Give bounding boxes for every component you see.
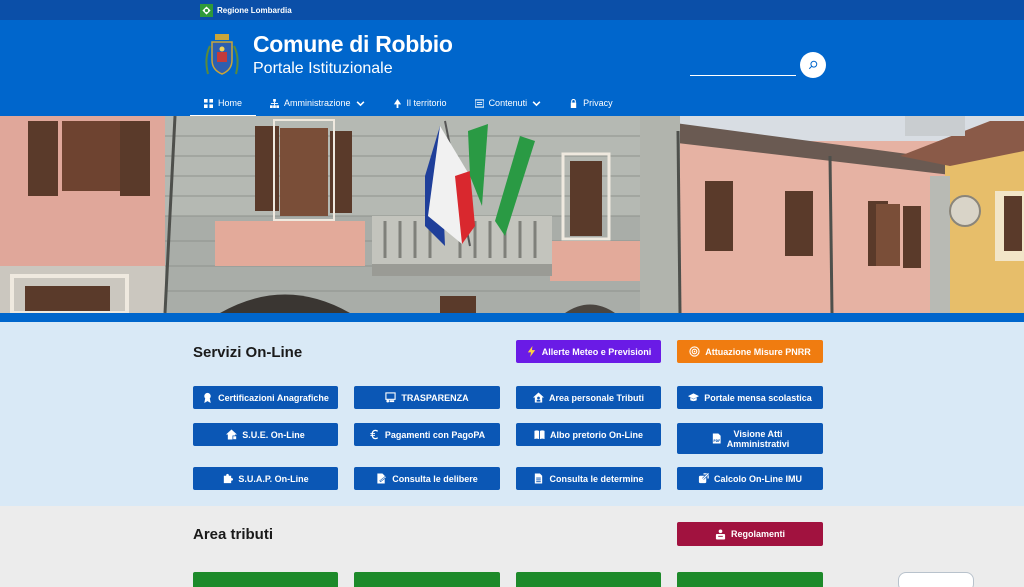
pagopa-button[interactable]: Pagamenti con PagoPA [354, 423, 500, 446]
top-region-bar: Regione Lombardia [0, 0, 1024, 20]
nav-item-label: Contenuti [488, 98, 528, 108]
municipal-crest-icon[interactable] [202, 30, 242, 78]
nav-item-label: Home [218, 98, 243, 108]
albo-pretorio-button[interactable]: Albo pretorio On-Line [516, 423, 661, 446]
nav-item-label: Privacy [583, 98, 613, 108]
button-label: Consulta le delibere [392, 473, 478, 484]
file-sign-icon [377, 473, 388, 484]
graduation-cap-icon [688, 393, 700, 402]
regolamenti-button[interactable]: Regolamenti [677, 522, 823, 546]
portale-mensa-button[interactable]: Portale mensa scolastica [677, 386, 823, 409]
nav-item-contenuti[interactable]: Contenuti [461, 90, 556, 116]
button-label: Regolamenti [730, 529, 785, 539]
target-icon [689, 346, 700, 357]
calcolo-imu-button[interactable]: Calcolo On-Line IMU [677, 467, 823, 490]
region-lombardia-link[interactable]: Regione Lombardia [200, 2, 292, 18]
site-subtitle: Portale Istituzionale [253, 60, 393, 77]
button-label: Pagamenti con PagoPA [384, 429, 486, 440]
hero-bottom-band [0, 313, 1024, 322]
button-label: Area personale Tributi [548, 392, 645, 403]
tributi-button-3[interactable] [516, 572, 661, 587]
file-text-icon [535, 473, 543, 484]
org-chart-icon [270, 98, 280, 108]
button-label: TRASPARENZA [401, 392, 469, 403]
site-title[interactable]: Comune di Robbio [253, 31, 453, 58]
search-input[interactable] [690, 75, 796, 76]
floating-widget[interactable] [898, 572, 974, 587]
sue-online-button[interactable]: S.U.E. On-Line [193, 423, 338, 446]
suap-online-button[interactable]: S.U.A.P. On-Line [193, 467, 338, 490]
tributi-section: Area tributi Regolamenti [0, 506, 1024, 587]
main-navigation: Home Amministrazione Il territorio Conte… [190, 90, 627, 117]
external-link-icon [698, 473, 709, 484]
nav-item-privacy[interactable]: Privacy [555, 90, 627, 116]
allerte-meteo-button[interactable]: Allerte Meteo e Previsioni [516, 340, 661, 363]
nav-item-amministrazione[interactable]: Amministrazione [256, 90, 379, 116]
search-icon [808, 60, 818, 70]
button-label: Albo pretorio On-Line [550, 429, 643, 440]
pdf-icon: PDF [712, 433, 721, 444]
consulta-delibere-button[interactable]: Consulta le delibere [354, 467, 500, 490]
house-user-icon [532, 392, 544, 403]
button-label: Consulta le determine [549, 473, 644, 484]
nav-item-territorio[interactable]: Il territorio [379, 90, 461, 116]
visione-atti-button[interactable]: PDF Visione Atti Amministrativi [677, 423, 823, 454]
nav-item-home[interactable]: Home [190, 90, 257, 117]
lightning-icon [527, 346, 535, 357]
chevron-down-icon [532, 100, 541, 106]
presentation-icon [385, 392, 396, 403]
site-header: Comune di Robbio Portale Istituzionale H… [0, 20, 1024, 117]
button-label: Visione Atti Amministrativi [726, 428, 790, 449]
services-title: Servizi On-Line [193, 344, 303, 361]
svg-text:PDF: PDF [713, 439, 720, 443]
grid-icon [204, 98, 213, 108]
tributi-button-1[interactable] [193, 572, 338, 587]
puzzle-icon [224, 473, 234, 484]
lock-icon [570, 98, 577, 108]
region-lombardia-logo-icon [200, 3, 213, 17]
euro-icon [370, 429, 378, 440]
nav-item-label: Il territorio [406, 98, 447, 108]
button-label: S.U.A.P. On-Line [238, 473, 309, 484]
consulta-determine-button[interactable]: Consulta le determine [516, 467, 661, 490]
book-icon [534, 430, 545, 440]
region-lombardia-label: Regione Lombardia [217, 5, 292, 15]
certificazioni-anagrafiche-button[interactable]: Certificazioni Anagrafiche [193, 386, 338, 409]
house-icon [226, 429, 238, 440]
tributi-button-4[interactable] [677, 572, 823, 587]
certificate-icon [204, 392, 211, 403]
button-label: Attuazione Misure PNRR [705, 346, 811, 357]
button-label: Calcolo On-Line IMU [713, 473, 802, 484]
tributi-button-2[interactable] [354, 572, 500, 587]
button-label: Portale mensa scolastica [704, 392, 812, 403]
nav-item-label: Amministrazione [284, 98, 351, 108]
pnrr-button[interactable]: Attuazione Misure PNRR [677, 340, 823, 363]
area-personale-tributi-button[interactable]: Area personale Tributi [516, 386, 661, 409]
trasparenza-button[interactable]: TRASPARENZA [354, 386, 500, 409]
hero-image [0, 116, 1024, 313]
list-icon [474, 98, 484, 108]
people-icon [715, 528, 726, 540]
button-label: Certificazioni Anagrafiche [218, 392, 329, 403]
tributi-title: Area tributi [193, 526, 274, 543]
button-label: S.U.E. On-Line [242, 429, 305, 440]
tree-icon [393, 98, 401, 108]
chevron-down-icon [356, 100, 364, 106]
town-hall-photo [0, 116, 1024, 313]
button-label: Allerte Meteo e Previsioni [541, 346, 652, 357]
search-button[interactable] [800, 52, 826, 78]
services-section: Servizi On-Line Allerte Meteo e Previsio… [0, 322, 1024, 506]
